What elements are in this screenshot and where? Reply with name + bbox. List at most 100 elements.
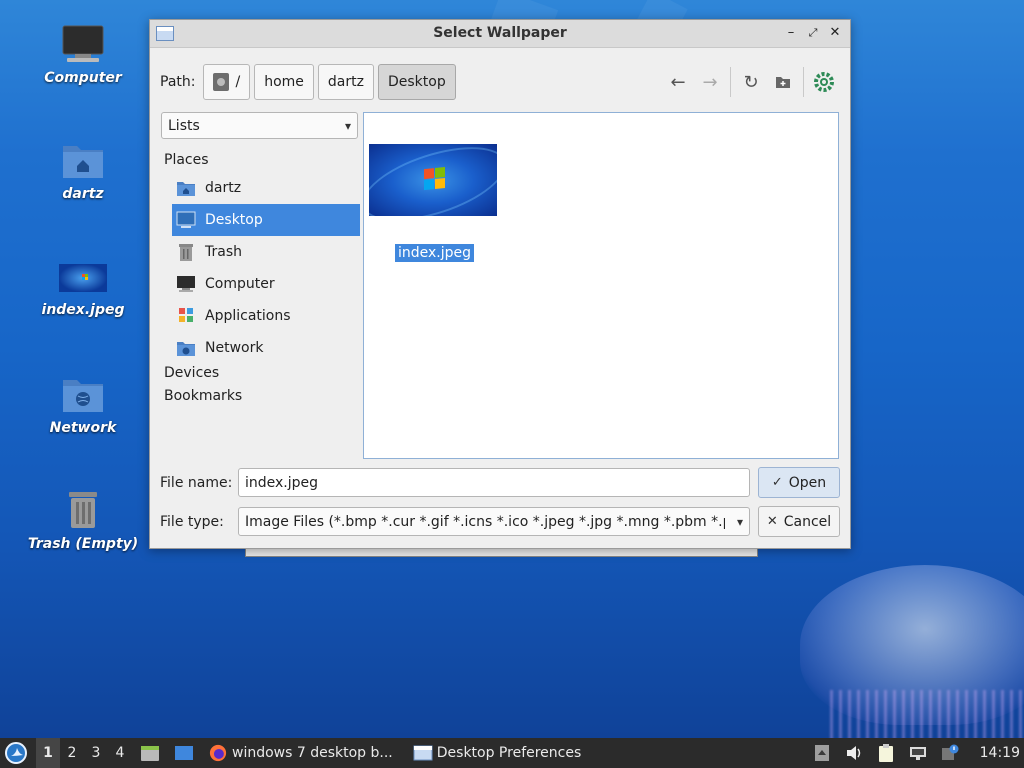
file-name-input[interactable]	[238, 468, 750, 497]
new-folder-icon	[776, 77, 790, 88]
crumb-label: Desktop	[387, 74, 446, 90]
place-item-applications[interactable]: Applications	[160, 300, 349, 332]
place-item-desktop[interactable]: Desktop	[172, 204, 360, 236]
check-icon: ✓	[771, 475, 783, 490]
crumb-desktop[interactable]: Desktop	[377, 64, 456, 100]
crumb-root[interactable]: /	[203, 64, 251, 100]
chevron-down-icon: ▾	[344, 118, 351, 133]
close-icon: ✕	[766, 514, 778, 529]
file-name-label[interactable]: index.jpeg	[395, 244, 475, 262]
minimize-button[interactable]: –	[782, 24, 800, 42]
place-label: Trash	[205, 244, 242, 260]
volume-icon[interactable]	[844, 744, 864, 762]
arrow-right-icon: →	[702, 71, 718, 93]
reload-button[interactable]: ↻	[735, 66, 767, 98]
task-label: Desktop Preferences	[436, 745, 582, 761]
computer-icon	[177, 276, 195, 292]
dialog-title: Select Wallpaper	[433, 25, 567, 41]
file-view[interactable]: index.jpeg	[363, 112, 839, 459]
update-notifier-icon[interactable]	[940, 744, 960, 762]
toolbar-separator	[730, 67, 731, 97]
crumb-home[interactable]: home	[254, 64, 314, 100]
firefox-icon	[209, 744, 227, 762]
place-label: dartz	[205, 180, 242, 196]
trash-icon	[179, 244, 193, 261]
place-item-network[interactable]: Network	[160, 332, 349, 364]
cancel-button[interactable]: ✕ Cancel	[758, 506, 840, 537]
trash-icon	[69, 492, 97, 528]
workspace-2[interactable]: 2	[60, 738, 84, 768]
new-folder-button[interactable]	[767, 66, 799, 98]
home-folder-icon	[63, 146, 103, 178]
file-thumbnail[interactable]	[369, 144, 497, 216]
desktop-icon-computer[interactable]: Computer	[28, 24, 138, 86]
place-label: Network	[205, 340, 264, 356]
view-mode-select[interactable]: Lists ▾	[161, 112, 358, 139]
windows-logo-icon	[424, 166, 446, 191]
network-status-icon[interactable]	[908, 744, 928, 762]
quicklaunch-show-desktop[interactable]	[170, 738, 202, 768]
image-file-icon	[59, 264, 107, 292]
cancel-label: Cancel	[783, 513, 832, 530]
start-menu-button[interactable]	[5, 742, 27, 764]
system-tray: 14:19	[806, 738, 1024, 768]
desktop-icon-index-jpeg[interactable]: index.jpeg	[28, 260, 138, 318]
clipboard-icon[interactable]	[876, 744, 896, 762]
path-label: Path:	[160, 74, 196, 90]
desktop-icon-label: Network	[49, 420, 117, 436]
places-sidebar: Places dartz Desktop Trash Computer Appl…	[160, 148, 360, 408]
crumb-dartz[interactable]: dartz	[317, 64, 374, 100]
app-menu-icon	[11, 748, 23, 756]
network-icon	[177, 342, 195, 356]
place-label: Computer	[205, 276, 275, 292]
clock[interactable]: 14:19	[980, 745, 1020, 761]
workspace-1[interactable]: 1	[36, 738, 60, 768]
toolbar-separator	[803, 67, 804, 97]
path-bar: Path: / home dartz Desktop	[160, 64, 460, 100]
devices-heading[interactable]: Devices	[160, 361, 360, 385]
place-item-trash[interactable]: Trash	[160, 236, 349, 268]
settings-button[interactable]	[808, 66, 840, 98]
show-desktop-icon	[175, 746, 193, 760]
view-mode-value: Lists	[168, 117, 200, 134]
task-firefox[interactable]: windows 7 desktop b...	[202, 738, 399, 768]
crumb-label: home	[264, 74, 304, 90]
workspace-3[interactable]: 3	[84, 738, 108, 768]
file-type-select[interactable]: Image Files (*.bmp *.cur *.gif *.icns *.…	[238, 507, 750, 536]
chevron-down-icon: ▾	[736, 514, 743, 529]
window-icon	[413, 745, 433, 761]
background-window-edge	[245, 549, 758, 557]
applications-icon	[179, 308, 193, 322]
place-item-computer[interactable]: Computer	[160, 268, 349, 300]
tray-expand-icon[interactable]	[812, 744, 832, 762]
workspace-4[interactable]: 4	[108, 738, 132, 768]
dialog-titlebar[interactable]: Select Wallpaper – ⤢ ✕	[150, 20, 850, 48]
select-wallpaper-dialog: Select Wallpaper – ⤢ ✕ Path: / home dart…	[149, 19, 851, 549]
desktop-icon-dartz[interactable]: dartz	[28, 140, 138, 202]
navigation-toolbar: ← → ↻	[662, 66, 840, 98]
crumb-label: dartz	[327, 74, 364, 90]
quicklaunch-file-manager[interactable]	[132, 738, 170, 768]
file-type-caption: File type:	[160, 514, 224, 530]
desktop-icon-trash[interactable]: Trash (Empty)	[28, 490, 138, 552]
computer-icon	[62, 25, 104, 62]
wallpaper-jellyfish-tentacles	[830, 690, 1024, 740]
network-folder-icon	[63, 380, 103, 412]
task-label: windows 7 desktop b...	[232, 745, 393, 761]
desktop-icon-network[interactable]: Network	[28, 374, 138, 436]
place-item-dartz[interactable]: dartz	[160, 172, 349, 204]
taskbar: 1 2 3 4 windows 7 desktop b... Desktop P…	[0, 738, 1024, 768]
place-label: Applications	[205, 308, 291, 324]
task-desktop-preferences[interactable]: Desktop Preferences	[407, 738, 588, 768]
file-name-caption: File name:	[160, 475, 233, 491]
places-heading[interactable]: Places	[160, 148, 360, 172]
back-button[interactable]: ←	[662, 66, 694, 98]
desktop-icon-label: Computer	[44, 70, 122, 86]
open-button[interactable]: ✓ Open	[758, 467, 840, 498]
bookmarks-heading[interactable]: Bookmarks	[160, 384, 360, 408]
close-button[interactable]: ✕	[826, 24, 844, 42]
forward-button[interactable]: →	[694, 66, 726, 98]
crumb-label: /	[235, 74, 241, 90]
restore-button[interactable]: ⤢	[804, 24, 822, 42]
home-folder-icon	[177, 182, 195, 196]
